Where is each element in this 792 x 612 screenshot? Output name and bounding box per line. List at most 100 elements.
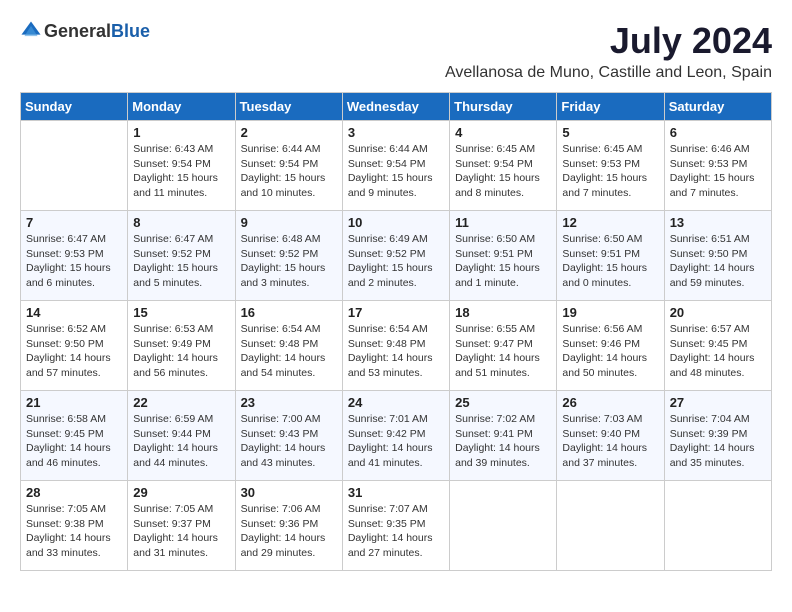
sunset: Sunset: 9:52 PM [133,248,211,260]
sunset: Sunset: 9:52 PM [348,248,426,260]
sunrise: Sunrise: 7:01 AM [348,413,428,425]
day-number: 1 [133,125,229,140]
sunset: Sunset: 9:45 PM [670,338,748,350]
day-info: Sunrise: 7:01 AM Sunset: 9:42 PM Dayligh… [348,412,444,471]
header-sunday: Sunday [21,93,128,121]
day-number: 9 [241,215,337,230]
sunrise: Sunrise: 6:47 AM [133,233,213,245]
daylight: Daylight: 15 hours and 3 minutes. [241,262,326,289]
sunset: Sunset: 9:40 PM [562,428,640,440]
week-row-4: 28 Sunrise: 7:05 AM Sunset: 9:38 PM Dayl… [21,481,772,571]
daylight: Daylight: 15 hours and 8 minutes. [455,172,540,199]
daylight: Daylight: 15 hours and 7 minutes. [670,172,755,199]
day-number: 12 [562,215,658,230]
day-info: Sunrise: 6:47 AM Sunset: 9:53 PM Dayligh… [26,232,122,291]
calendar-cell: 9 Sunrise: 6:48 AM Sunset: 9:52 PM Dayli… [235,211,342,301]
daylight: Daylight: 14 hours and 33 minutes. [26,532,111,559]
day-info: Sunrise: 6:54 AM Sunset: 9:48 PM Dayligh… [348,322,444,381]
calendar-cell: 20 Sunrise: 6:57 AM Sunset: 9:45 PM Dayl… [664,301,771,391]
daylight: Daylight: 15 hours and 9 minutes. [348,172,433,199]
day-info: Sunrise: 6:51 AM Sunset: 9:50 PM Dayligh… [670,232,766,291]
day-info: Sunrise: 6:43 AM Sunset: 9:54 PM Dayligh… [133,142,229,201]
calendar-cell: 17 Sunrise: 6:54 AM Sunset: 9:48 PM Dayl… [342,301,449,391]
day-number: 20 [670,305,766,320]
daylight: Daylight: 14 hours and 43 minutes. [241,442,326,469]
day-info: Sunrise: 6:47 AM Sunset: 9:52 PM Dayligh… [133,232,229,291]
week-row-2: 14 Sunrise: 6:52 AM Sunset: 9:50 PM Dayl… [21,301,772,391]
calendar-cell: 7 Sunrise: 6:47 AM Sunset: 9:53 PM Dayli… [21,211,128,301]
sunset: Sunset: 9:36 PM [241,518,319,530]
day-number: 28 [26,485,122,500]
sunset: Sunset: 9:53 PM [562,158,640,170]
day-number: 21 [26,395,122,410]
daylight: Daylight: 15 hours and 2 minutes. [348,262,433,289]
sunrise: Sunrise: 6:44 AM [241,143,321,155]
sunrise: Sunrise: 6:48 AM [241,233,321,245]
day-info: Sunrise: 7:05 AM Sunset: 9:37 PM Dayligh… [133,502,229,561]
week-row-1: 7 Sunrise: 6:47 AM Sunset: 9:53 PM Dayli… [21,211,772,301]
sunset: Sunset: 9:51 PM [455,248,533,260]
day-info: Sunrise: 6:54 AM Sunset: 9:48 PM Dayligh… [241,322,337,381]
calendar-cell: 3 Sunrise: 6:44 AM Sunset: 9:54 PM Dayli… [342,121,449,211]
day-info: Sunrise: 7:06 AM Sunset: 9:36 PM Dayligh… [241,502,337,561]
sunrise: Sunrise: 6:45 AM [562,143,642,155]
sunset: Sunset: 9:53 PM [26,248,104,260]
header-wednesday: Wednesday [342,93,449,121]
day-number: 17 [348,305,444,320]
sunset: Sunset: 9:53 PM [670,158,748,170]
calendar-cell: 21 Sunrise: 6:58 AM Sunset: 9:45 PM Dayl… [21,391,128,481]
day-info: Sunrise: 6:48 AM Sunset: 9:52 PM Dayligh… [241,232,337,291]
day-info: Sunrise: 6:53 AM Sunset: 9:49 PM Dayligh… [133,322,229,381]
sunrise: Sunrise: 7:05 AM [133,503,213,515]
daylight: Daylight: 14 hours and 41 minutes. [348,442,433,469]
sunset: Sunset: 9:37 PM [133,518,211,530]
sunrise: Sunrise: 6:56 AM [562,323,642,335]
sunrise: Sunrise: 6:47 AM [26,233,106,245]
day-info: Sunrise: 6:57 AM Sunset: 9:45 PM Dayligh… [670,322,766,381]
sunset: Sunset: 9:50 PM [26,338,104,350]
sunrise: Sunrise: 6:44 AM [348,143,428,155]
sunset: Sunset: 9:54 PM [455,158,533,170]
day-info: Sunrise: 6:50 AM Sunset: 9:51 PM Dayligh… [562,232,658,291]
daylight: Daylight: 15 hours and 11 minutes. [133,172,218,199]
day-number: 5 [562,125,658,140]
sunset: Sunset: 9:43 PM [241,428,319,440]
calendar-cell [21,121,128,211]
header-monday: Monday [128,93,235,121]
daylight: Daylight: 14 hours and 29 minutes. [241,532,326,559]
day-number: 16 [241,305,337,320]
calendar-cell: 4 Sunrise: 6:45 AM Sunset: 9:54 PM Dayli… [450,121,557,211]
daylight: Daylight: 14 hours and 59 minutes. [670,262,755,289]
calendar-cell: 30 Sunrise: 7:06 AM Sunset: 9:36 PM Dayl… [235,481,342,571]
daylight: Daylight: 14 hours and 35 minutes. [670,442,755,469]
day-number: 25 [455,395,551,410]
daylight: Daylight: 15 hours and 7 minutes. [562,172,647,199]
calendar-cell: 5 Sunrise: 6:45 AM Sunset: 9:53 PM Dayli… [557,121,664,211]
sunset: Sunset: 9:38 PM [26,518,104,530]
calendar-cell: 31 Sunrise: 7:07 AM Sunset: 9:35 PM Dayl… [342,481,449,571]
calendar-cell: 26 Sunrise: 7:03 AM Sunset: 9:40 PM Dayl… [557,391,664,481]
sunset: Sunset: 9:54 PM [348,158,426,170]
calendar-cell: 10 Sunrise: 6:49 AM Sunset: 9:52 PM Dayl… [342,211,449,301]
sunrise: Sunrise: 6:57 AM [670,323,750,335]
day-info: Sunrise: 6:44 AM Sunset: 9:54 PM Dayligh… [241,142,337,201]
daylight: Daylight: 14 hours and 50 minutes. [562,352,647,379]
calendar-cell: 22 Sunrise: 6:59 AM Sunset: 9:44 PM Dayl… [128,391,235,481]
sunrise: Sunrise: 7:02 AM [455,413,535,425]
sunrise: Sunrise: 6:58 AM [26,413,106,425]
day-info: Sunrise: 6:45 AM Sunset: 9:54 PM Dayligh… [455,142,551,201]
day-number: 26 [562,395,658,410]
sunset: Sunset: 9:51 PM [562,248,640,260]
daylight: Daylight: 15 hours and 10 minutes. [241,172,326,199]
sunrise: Sunrise: 7:04 AM [670,413,750,425]
page-header: GeneralBlue July 2024 Avellanosa de Muno… [20,20,772,82]
sunset: Sunset: 9:48 PM [348,338,426,350]
day-number: 4 [455,125,551,140]
header-saturday: Saturday [664,93,771,121]
sunrise: Sunrise: 7:07 AM [348,503,428,515]
day-info: Sunrise: 6:52 AM Sunset: 9:50 PM Dayligh… [26,322,122,381]
logo-icon [20,20,42,42]
week-row-3: 21 Sunrise: 6:58 AM Sunset: 9:45 PM Dayl… [21,391,772,481]
calendar-cell [664,481,771,571]
day-info: Sunrise: 6:59 AM Sunset: 9:44 PM Dayligh… [133,412,229,471]
